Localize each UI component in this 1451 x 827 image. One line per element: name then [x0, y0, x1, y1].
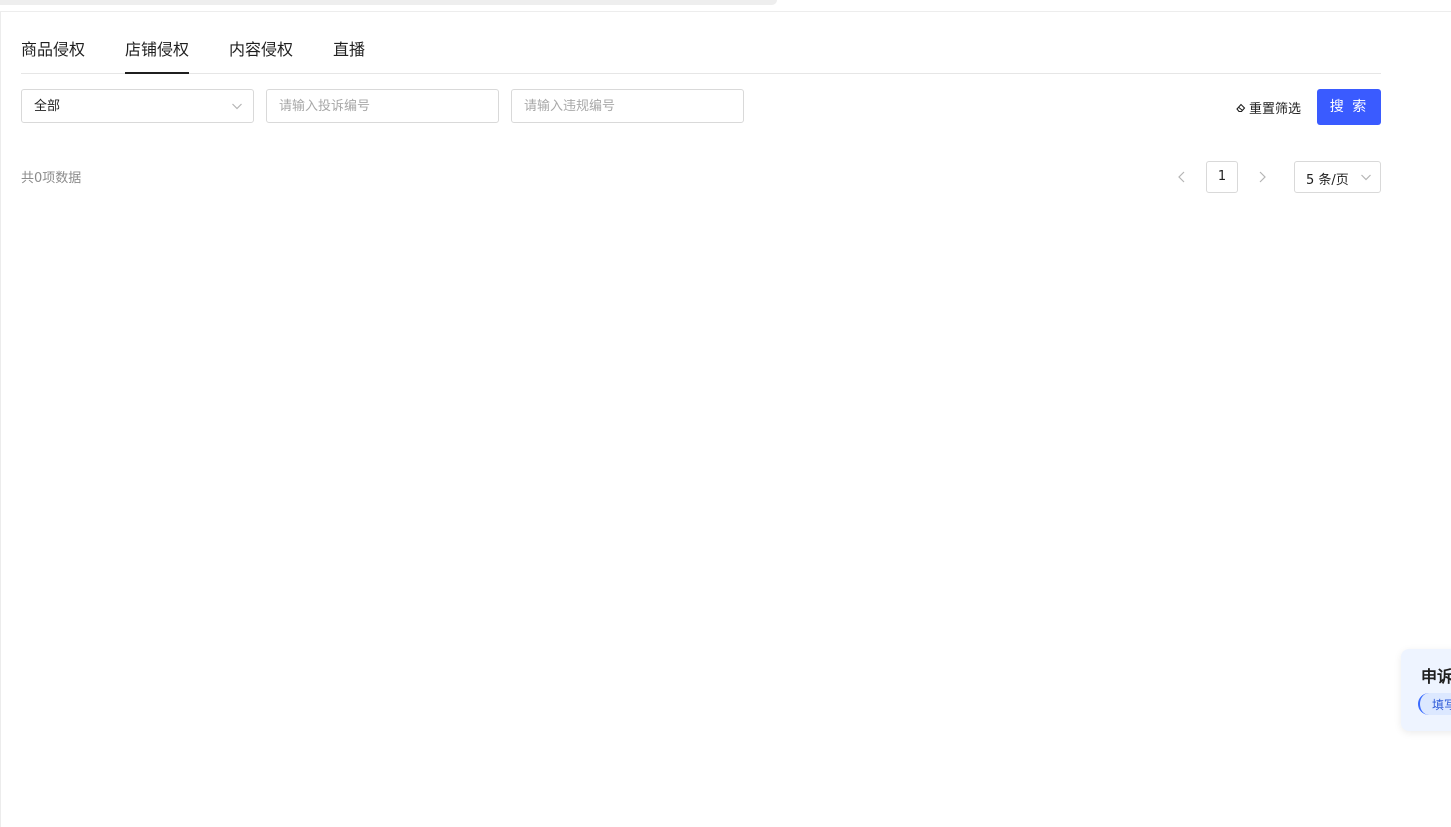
appeal-floating-card[interactable]: 申诉 填写 — [1401, 649, 1451, 731]
header-divider — [0, 11, 1451, 12]
category-select[interactable]: 全部 — [21, 89, 254, 123]
pagination-page-1[interactable]: 1 — [1206, 161, 1238, 193]
top-scroll-bar — [0, 0, 777, 5]
page-size-select[interactable]: 5 条/页 — [1294, 161, 1381, 193]
chevron-left-icon[interactable] — [1176, 170, 1188, 184]
tab-live[interactable]: 直播 — [333, 39, 365, 61]
complaint-number-input[interactable] — [267, 90, 498, 122]
appeal-card-title: 申诉 — [1421, 667, 1451, 686]
chevron-down-icon — [1361, 174, 1371, 181]
search-button[interactable]: 搜 索 — [1317, 89, 1381, 125]
appeal-fill-label: 填写 — [1432, 698, 1451, 712]
reset-filters-button[interactable]: 重置筛选 — [1235, 97, 1301, 117]
tab-product-infringement[interactable]: 商品侵权 — [21, 39, 85, 61]
chevron-down-icon — [232, 103, 242, 110]
violation-number-input[interactable] — [512, 90, 743, 122]
appeal-fill-button[interactable]: 填写 — [1418, 693, 1451, 715]
reset-filters-label: 重置筛选 — [1249, 101, 1302, 117]
content-left-border — [0, 12, 1, 827]
chevron-right-icon[interactable] — [1256, 170, 1268, 184]
tab-store-infringement[interactable]: 店铺侵权 — [125, 39, 190, 74]
complaint-number-field — [266, 89, 499, 123]
category-select-value: 全部 — [34, 99, 61, 114]
tab-bar: 商品侵权 店铺侵权 内容侵权 直播 — [21, 36, 1381, 74]
results-total: 共0项数据 — [21, 171, 82, 186]
eraser-icon — [1236, 103, 1246, 113]
violation-number-field — [511, 89, 744, 123]
tab-content-infringement[interactable]: 内容侵权 — [229, 39, 293, 61]
page-size-label: 5 条/页 — [1306, 173, 1349, 188]
